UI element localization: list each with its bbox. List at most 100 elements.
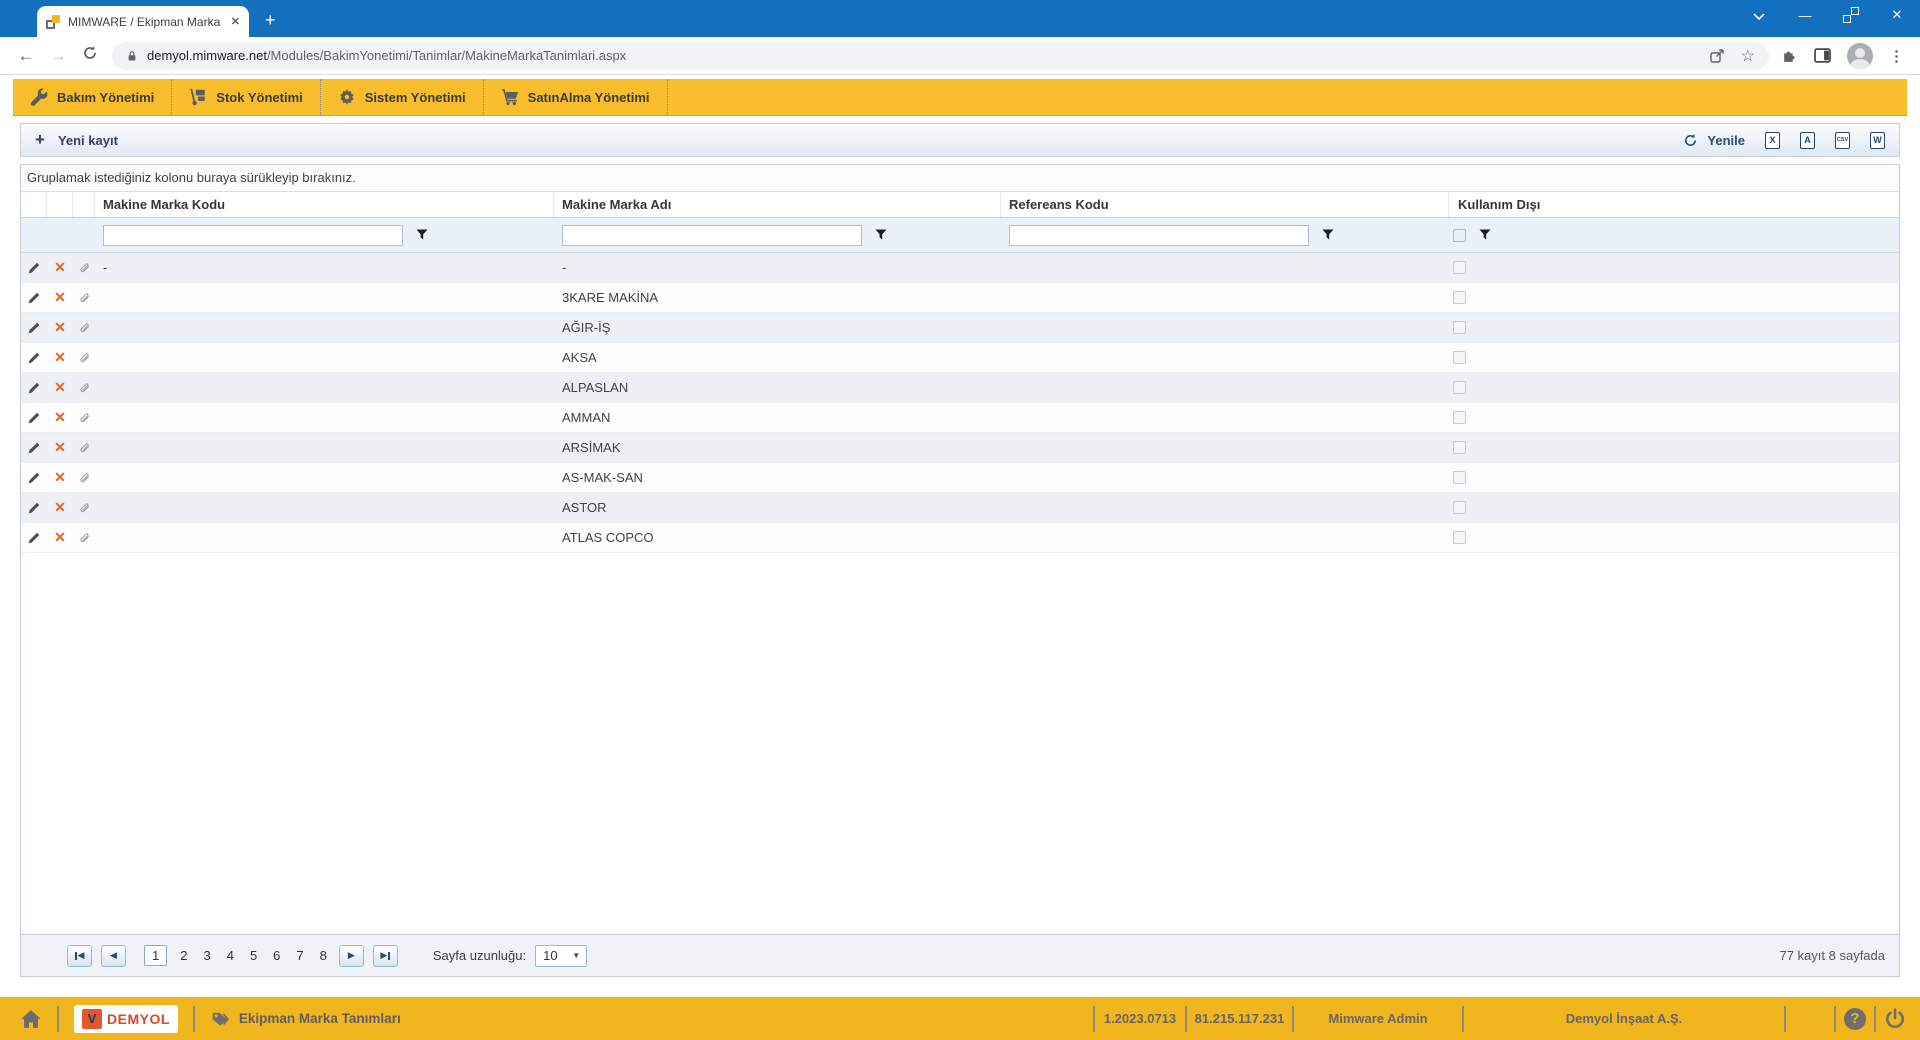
header-refereans-kodu[interactable]: Refereans Kodu bbox=[1001, 192, 1449, 217]
side-panel-icon[interactable] bbox=[1814, 48, 1831, 63]
share-icon[interactable] bbox=[1709, 48, 1725, 64]
delete-button[interactable]: ✕ bbox=[47, 343, 73, 372]
attachment-button[interactable] bbox=[73, 373, 95, 402]
filter-input-kod[interactable] bbox=[103, 224, 403, 246]
tab-search-chevron-icon[interactable] bbox=[1736, 8, 1782, 23]
kullanim-disi-checkbox[interactable] bbox=[1453, 351, 1466, 364]
minimize-button[interactable]: — bbox=[1782, 8, 1828, 23]
kullanim-disi-checkbox[interactable] bbox=[1453, 291, 1466, 304]
table-row[interactable]: ✕ ASTOR bbox=[21, 493, 1899, 523]
attachment-button[interactable] bbox=[73, 523, 95, 552]
profile-avatar[interactable] bbox=[1847, 42, 1873, 69]
menu-satinalma-yonetimi[interactable]: SatınAlma Yönetimi bbox=[484, 79, 668, 115]
edit-button[interactable] bbox=[21, 343, 47, 372]
filter-funnel-icon[interactable] bbox=[1479, 229, 1491, 241]
edit-button[interactable] bbox=[21, 373, 47, 402]
delete-button[interactable]: ✕ bbox=[47, 463, 73, 492]
page-number[interactable]: 6 bbox=[273, 948, 280, 963]
kullanim-disi-checkbox[interactable] bbox=[1453, 441, 1466, 454]
header-makine-marka-kodu[interactable]: Makine Marka Kodu bbox=[95, 192, 554, 217]
forward-icon[interactable]: → bbox=[42, 46, 74, 66]
edit-button[interactable] bbox=[21, 253, 47, 282]
menu-bakim-yonetimi[interactable]: Bakım Yönetimi bbox=[13, 79, 173, 115]
attachment-button[interactable] bbox=[73, 493, 95, 522]
table-row[interactable]: ✕ - - bbox=[21, 253, 1899, 283]
kullanim-disi-checkbox[interactable] bbox=[1453, 501, 1466, 514]
filter-input-ref[interactable] bbox=[1009, 224, 1309, 246]
page-number[interactable]: 8 bbox=[320, 948, 327, 963]
attachment-button[interactable] bbox=[73, 253, 95, 282]
kullanim-disi-checkbox[interactable] bbox=[1453, 531, 1466, 544]
table-row[interactable]: ✕ 3KARE MAKİNA bbox=[21, 283, 1899, 313]
filter-funnel-icon[interactable] bbox=[875, 229, 887, 241]
new-record-button[interactable]: + Yeni kayıt bbox=[35, 130, 118, 150]
table-row[interactable]: ✕ AKSA bbox=[21, 343, 1899, 373]
next-page-button[interactable]: ▶ bbox=[338, 944, 364, 967]
pdf-export-icon[interactable]: A bbox=[1800, 131, 1815, 149]
delete-button[interactable]: ✕ bbox=[47, 493, 73, 522]
table-row[interactable]: ✕ ATLAS COPCO bbox=[21, 523, 1899, 553]
csv-export-icon[interactable]: CSV bbox=[1835, 131, 1850, 149]
edit-button[interactable] bbox=[21, 523, 47, 552]
table-row[interactable]: ✕ ALPASLAN bbox=[21, 373, 1899, 403]
edit-button[interactable] bbox=[21, 313, 47, 342]
delete-button[interactable]: ✕ bbox=[47, 523, 73, 552]
logout-button[interactable] bbox=[1876, 1007, 1914, 1030]
first-page-button[interactable]: ◀ bbox=[67, 944, 92, 967]
table-row[interactable]: ✕ AS-MAK-SAN bbox=[21, 463, 1899, 493]
menu-sistem-yonetimi[interactable]: Sistem Yönetimi bbox=[321, 79, 484, 115]
edit-button[interactable] bbox=[21, 463, 47, 492]
page-number[interactable]: 2 bbox=[180, 948, 187, 963]
delete-button[interactable]: ✕ bbox=[47, 283, 73, 312]
header-kullanim-disi[interactable]: Kullanım Dışı bbox=[1449, 192, 1899, 217]
home-icon[interactable] bbox=[20, 1009, 42, 1029]
kullanim-disi-checkbox[interactable] bbox=[1453, 381, 1466, 394]
page-number[interactable]: 4 bbox=[227, 948, 234, 963]
page-size-dropdown[interactable]: 10 ▼ bbox=[535, 944, 588, 967]
delete-button[interactable]: ✕ bbox=[47, 313, 73, 342]
attachment-button[interactable] bbox=[73, 403, 95, 432]
page-number[interactable]: 7 bbox=[296, 948, 303, 963]
edit-button[interactable] bbox=[21, 493, 47, 522]
delete-button[interactable]: ✕ bbox=[47, 433, 73, 462]
tab-close-icon[interactable]: ✕ bbox=[231, 15, 240, 28]
doc-export-icon[interactable]: W bbox=[1870, 131, 1885, 149]
header-makine-marka-adi[interactable]: Makine Marka Adı bbox=[554, 192, 1001, 217]
edit-button[interactable] bbox=[21, 283, 47, 312]
table-row[interactable]: ✕ AMMAN bbox=[21, 403, 1899, 433]
delete-button[interactable]: ✕ bbox=[47, 403, 73, 432]
attachment-button[interactable] bbox=[73, 313, 95, 342]
page-number[interactable]: 3 bbox=[203, 948, 210, 963]
xls-export-icon[interactable]: X bbox=[1765, 131, 1780, 149]
help-button[interactable]: ? bbox=[1836, 1007, 1874, 1030]
refresh-button[interactable]: Yenile bbox=[1683, 133, 1745, 148]
table-row[interactable]: ✕ AĞIR-İŞ bbox=[21, 313, 1899, 343]
extensions-icon[interactable] bbox=[1781, 47, 1798, 64]
edit-button[interactable] bbox=[21, 433, 47, 462]
filter-funnel-icon[interactable] bbox=[1322, 229, 1334, 241]
back-icon[interactable]: ← bbox=[10, 46, 42, 66]
attachment-button[interactable] bbox=[73, 343, 95, 372]
browser-menu-icon[interactable]: ⋮ bbox=[1889, 47, 1904, 65]
close-button[interactable]: ✕ bbox=[1874, 7, 1920, 23]
menu-stok-yonetimi[interactable]: Stok Yönetimi bbox=[172, 79, 321, 115]
demyol-logo[interactable]: V DEMYOL bbox=[74, 1004, 178, 1033]
edit-button[interactable] bbox=[21, 403, 47, 432]
filter-input-adi[interactable] bbox=[562, 224, 862, 246]
filter-funnel-icon[interactable] bbox=[416, 229, 428, 241]
attachment-button[interactable] bbox=[73, 463, 95, 492]
bookmark-star-icon[interactable]: ☆ bbox=[1741, 46, 1755, 66]
new-tab-button[interactable]: + bbox=[265, 11, 276, 29]
filter-checkbox-kullanim-disi[interactable] bbox=[1453, 228, 1466, 242]
delete-button[interactable]: ✕ bbox=[47, 373, 73, 402]
kullanim-disi-checkbox[interactable] bbox=[1453, 261, 1466, 274]
attachment-button[interactable] bbox=[73, 283, 95, 312]
reload-icon[interactable] bbox=[74, 45, 106, 66]
kullanim-disi-checkbox[interactable] bbox=[1453, 411, 1466, 424]
kullanim-disi-checkbox[interactable] bbox=[1453, 321, 1466, 334]
page-number[interactable]: 1 bbox=[144, 945, 168, 966]
kullanim-disi-checkbox[interactable] bbox=[1453, 471, 1466, 484]
browser-tab[interactable]: MIMWARE / Ekipman Marka Tanı ✕ bbox=[37, 6, 249, 37]
attachment-button[interactable] bbox=[73, 433, 95, 462]
table-row[interactable]: ✕ ARSİMAK bbox=[21, 433, 1899, 463]
